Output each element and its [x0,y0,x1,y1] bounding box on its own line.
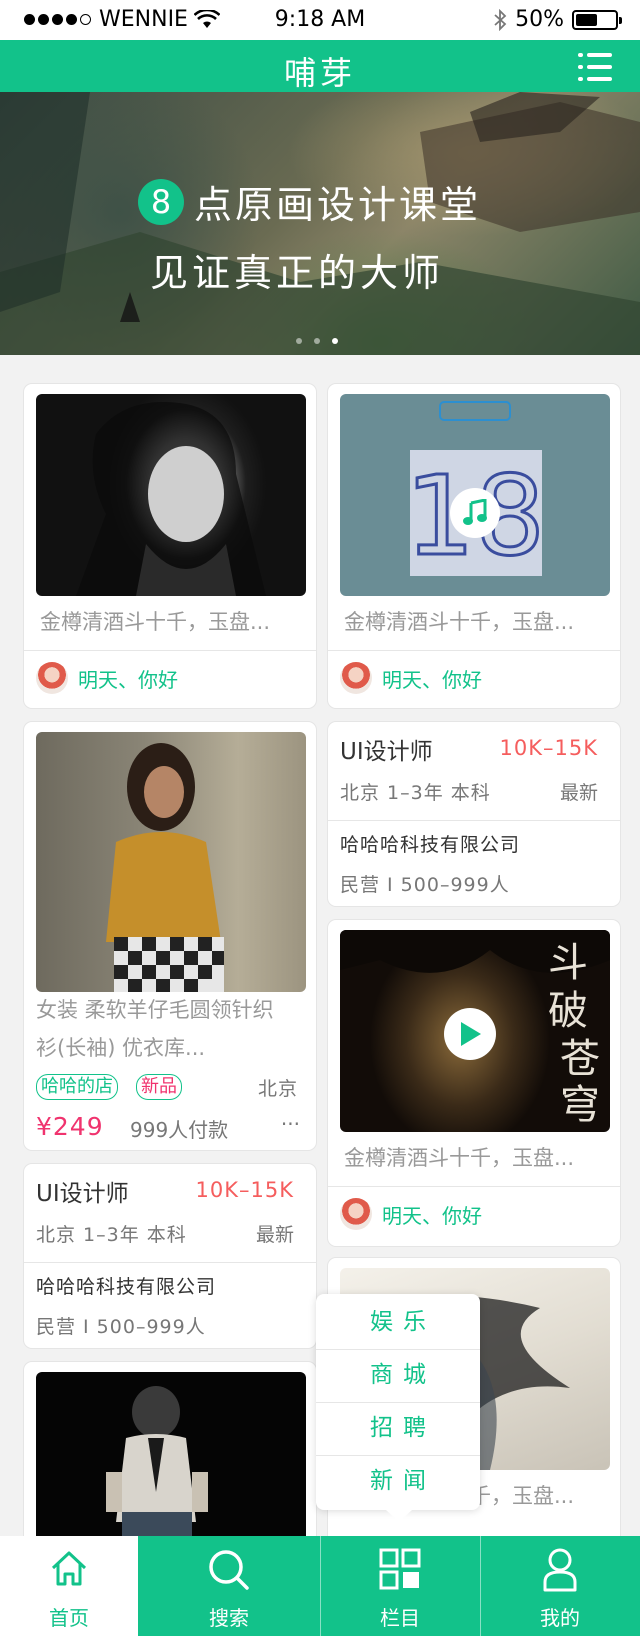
tab-columns[interactable]: 栏目 [320,1536,480,1636]
job-title: UI设计师 [36,1181,129,1207]
divider [24,650,316,651]
avatar [340,662,372,694]
buyer-count: 999人付款 [130,1118,229,1142]
tab-home[interactable]: 首页 [0,1536,138,1636]
product-image [36,732,306,992]
dropdown-item-recruitment[interactable]: 招聘 [316,1402,480,1454]
bottom-tab-bar: 首页 搜索 栏目 我的 [0,1536,640,1636]
banner-number-badge: 8 [138,178,184,225]
post-caption: 金樽清酒斗十千，玉盘... [40,610,271,634]
tab-label: 我的 [540,1606,580,1630]
dropdown-item-entertainment[interactable]: 娱乐 [316,1296,480,1348]
job-requirements: 北京 1–3年 本科 [36,1224,187,1246]
product-title-line2: 衫(长袖) 优衣库... [36,1036,206,1060]
grid-icon [379,1548,421,1590]
job-requirements: 北京 1–3年 本科 [340,782,491,804]
battery-percent: 50% [515,7,564,32]
job-newest-badge: 最新 [559,782,598,804]
music-play-button[interactable] [450,488,500,538]
divider [328,820,620,821]
job-salary: 10K–15K [499,736,598,760]
tab-label: 搜索 [209,1606,249,1630]
divider [328,1186,620,1187]
album-cover-image: 18 [340,394,610,596]
banner-subtitle: 见证真正的大师 [150,251,445,295]
carousel-dot[interactable] [296,338,302,344]
company-name: 哈哈哈科技有限公司 [36,1276,217,1298]
post-caption: 金樽清酒斗十千，玉盘... [344,1146,575,1170]
dropdown-item-mall[interactable]: 商城 [316,1349,480,1401]
product-price: ¥249 [36,1112,104,1141]
tab-label: 首页 [49,1606,89,1630]
divider [328,650,620,651]
tab-search[interactable]: 搜索 [138,1536,320,1636]
app-screen: { "status_bar": { "carrier": "WENNIE", "… [0,0,640,1636]
video-play-button[interactable] [444,1008,496,1060]
music-note-icon [463,499,487,525]
video-post-card[interactable]: 斗 破 苍 穹 金樽清酒斗十千，玉盘... 明天、你好 [328,920,620,1246]
svg-text:破: 破 [548,988,588,1034]
shop-tag[interactable]: 哈哈的店 [36,1074,118,1100]
home-icon [51,1551,87,1586]
app-header: 哺芽 [0,40,640,92]
carousel-indicators[interactable] [296,338,338,344]
tab-label: 栏目 [380,1606,420,1630]
page-title: 哺芽 [283,54,356,92]
tab-profile[interactable]: 我的 [480,1536,640,1636]
new-tag: 新品 [136,1074,182,1100]
divider [24,1262,316,1263]
user-icon [543,1548,577,1592]
status-bar: WENNIE 9:18 AM 50% [0,0,640,40]
product-location: 北京 [257,1078,298,1100]
author-name: 明天、你好 [78,667,178,692]
author-name: 明天、你好 [382,1203,482,1228]
play-icon [461,1022,481,1046]
column-dropdown-menu: 娱乐 商城 招聘 新闻 [316,1294,480,1522]
company-info: 民营 I 500–999人 [340,874,510,896]
svg-text:穹: 穹 [560,1082,600,1128]
job-card[interactable]: UI设计师 10K–15K 北京 1–3年 本科 最新 哈哈哈科技有限公司 民营… [328,722,620,906]
video-thumbnail: 斗 破 苍 穹 [340,930,610,1132]
svg-text:斗: 斗 [548,940,588,986]
post-image [36,394,306,596]
author-row[interactable]: 明天、你好 [36,662,178,694]
avatar [340,1198,372,1230]
banner-title: 点原画设计课堂 [194,183,482,227]
battery-icon [572,9,622,30]
carousel-dot[interactable] [314,338,320,344]
music-post-card[interactable]: 18 金樽清酒斗十千，玉盘... 明天、你好 [328,384,620,708]
post-caption: 金樽清酒斗十千，玉盘... [344,610,575,634]
search-icon [209,1550,249,1590]
job-newest-badge: 最新 [255,1224,294,1246]
job-salary: 10K–15K [195,1178,294,1202]
author-row[interactable]: 明天、你好 [340,662,482,694]
post-card[interactable]: 金樽清酒斗十千，玉盘... 明天、你好 [24,384,316,708]
more-options-icon[interactable]: ··· [281,1112,300,1136]
menu-button[interactable] [578,53,612,81]
company-name: 哈哈哈科技有限公司 [340,834,521,856]
author-row[interactable]: 明天、你好 [340,1198,482,1230]
company-info: 民营 I 500–999人 [36,1316,206,1338]
carousel-dot-active[interactable] [332,338,338,344]
dropdown-item-news[interactable]: 新闻 [316,1455,480,1507]
product-title-line1: 女装 柔软羊仔毛圆领针织 [36,998,274,1022]
author-name: 明天、你好 [382,667,482,692]
avatar [36,662,68,694]
product-card[interactable]: 女装 柔软羊仔毛圆领针织 衫(长袖) 优衣库... 哈哈的店 新品 北京 ¥24… [24,722,316,1150]
hero-banner[interactable]: 8 点原画设计课堂 见证真正的大师 [0,92,640,355]
job-title: UI设计师 [340,739,433,765]
job-card[interactable]: UI设计师 10K–15K 北京 1–3年 本科 最新 哈哈哈科技有限公司 民营… [24,1164,316,1348]
bluetooth-icon [494,8,507,31]
svg-text:苍: 苍 [560,1036,600,1082]
